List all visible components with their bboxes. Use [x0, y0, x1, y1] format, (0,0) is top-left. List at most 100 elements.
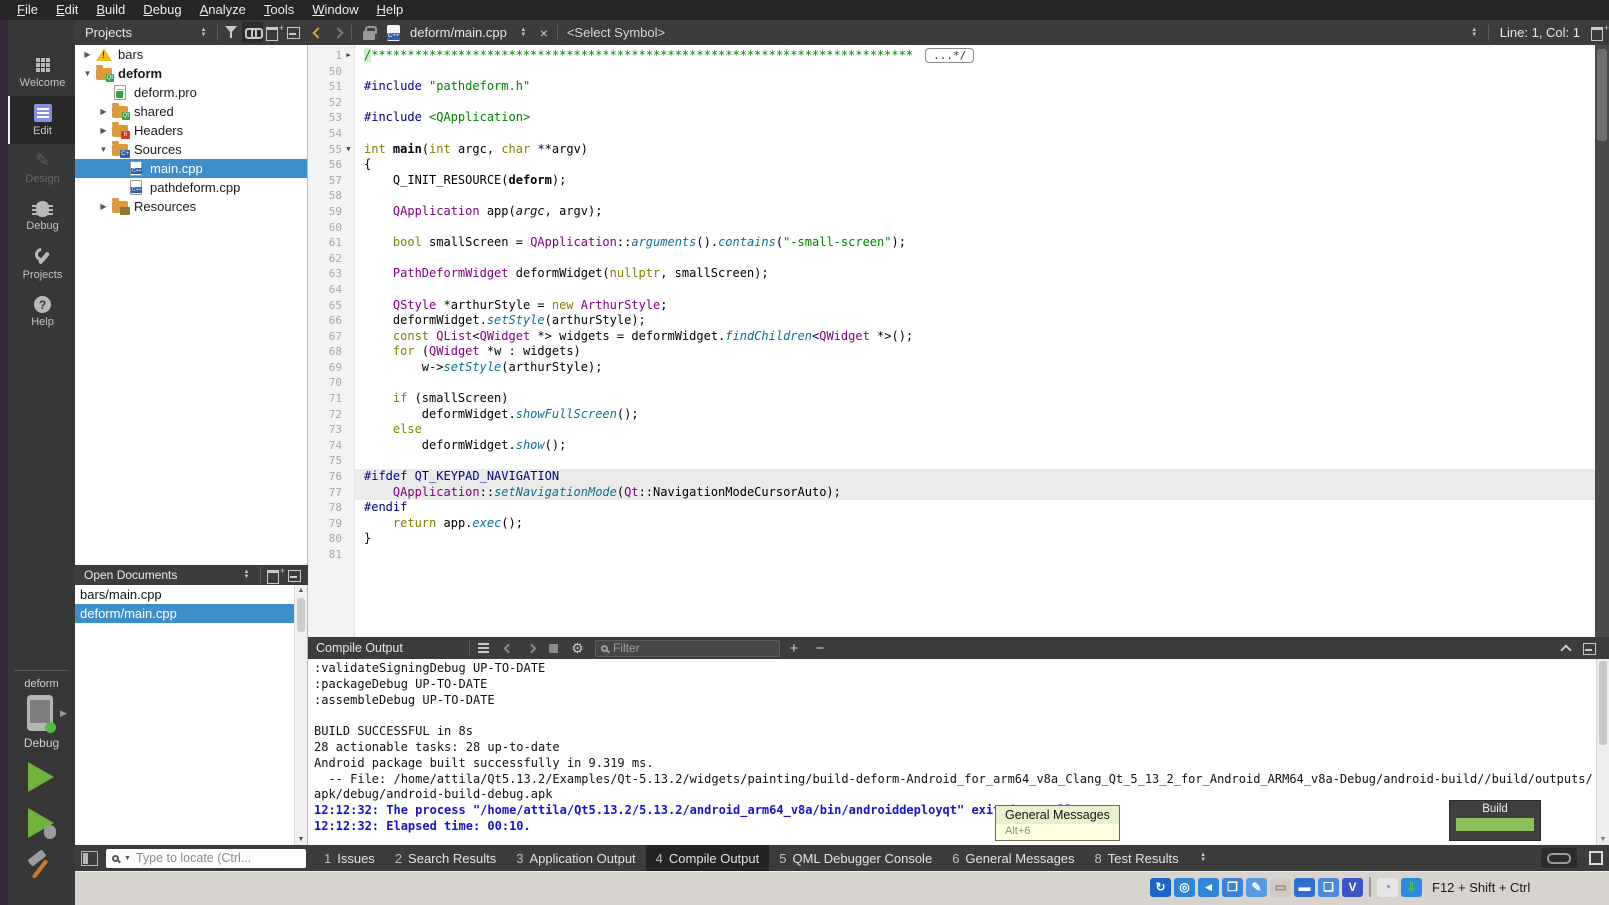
tree-item-pathdeform.cpp[interactable]: pathdeform.cpp — [75, 178, 307, 197]
symbol-updown-icon[interactable] — [1464, 22, 1485, 43]
panel-select-updown-icon[interactable] — [193, 22, 214, 43]
code-line-80[interactable]: 80} — [308, 531, 1595, 547]
code-line-64[interactable]: 64 — [308, 282, 1595, 298]
next-item-icon[interactable] — [527, 643, 537, 653]
code-line-63[interactable]: 63 PathDeformWidget deformWidget(nullptr… — [308, 266, 1595, 282]
close-pane-icon[interactable] — [1580, 638, 1601, 659]
output-settings-icon[interactable] — [567, 638, 588, 659]
tree-item-shared[interactable]: ▶shared — [75, 102, 307, 121]
code-line-75[interactable]: 75 — [308, 453, 1595, 469]
toggle-right-panel-icon[interactable] — [1589, 851, 1603, 865]
scroll-thumb[interactable] — [1599, 661, 1607, 745]
code-line-65[interactable]: 65 QStyle *arthurStyle = new ArthurStyle… — [308, 298, 1595, 314]
code-line-69[interactable]: 69 w->setStyle(arthurStyle); — [308, 360, 1595, 376]
split-panel-icon[interactable] — [263, 22, 284, 43]
scroll-thumb[interactable] — [1597, 49, 1607, 141]
speaker-icon[interactable]: ◄ — [1198, 878, 1219, 897]
code-line-60[interactable]: 60 — [308, 220, 1595, 236]
open-document-selector[interactable]: deform/main.cpp — [410, 25, 507, 40]
output-tab-general-messages[interactable]: 6General Messages — [942, 845, 1084, 871]
code-line-66[interactable]: 66 deformWidget.setStyle(arthurStyle); — [308, 313, 1595, 329]
go-back-icon[interactable] — [312, 27, 323, 38]
folded-comment-box[interactable]: ...*/ — [925, 48, 974, 63]
code-line-59[interactable]: 59 QApplication app(argc, argv); — [308, 204, 1595, 220]
download-icon[interactable]: ⇩ — [1401, 878, 1422, 897]
code-line-53[interactable]: 53#include <QApplication> — [308, 110, 1595, 126]
menu-build[interactable]: Build — [87, 0, 134, 20]
fold-marker-icon[interactable]: ▶ — [342, 48, 355, 64]
open-documents-title[interactable]: Open Documents — [84, 568, 236, 582]
word-wrap-icon[interactable] — [475, 638, 496, 659]
mode-item-projects[interactable]: Projects — [8, 240, 75, 288]
code-line-57[interactable]: 57 Q_INIT_RESOURCE(deform); — [308, 173, 1595, 189]
open-documents-close-icon[interactable] — [285, 565, 306, 586]
code-line-68[interactable]: 68 for (QWidget *w : widgets) — [308, 344, 1595, 360]
menu-tools[interactable]: Tools — [255, 0, 303, 20]
menu-debug[interactable]: Debug — [134, 0, 190, 20]
tree-item-deform[interactable]: ▼deform — [75, 64, 307, 83]
run-button[interactable] — [28, 762, 54, 792]
expander-icon[interactable]: ▼ — [97, 145, 110, 154]
menu-analyze[interactable]: Analyze — [191, 0, 255, 20]
maximize-pane-icon[interactable] — [1560, 644, 1571, 655]
expander-icon[interactable]: ▶ — [97, 202, 110, 211]
mode-item-welcome[interactable]: Welcome — [8, 48, 75, 96]
expander-icon[interactable]: ▶ — [81, 50, 94, 59]
fold-marker-icon[interactable]: ▼ — [342, 142, 355, 158]
document-dropdown-icon[interactable] — [513, 22, 534, 43]
output-scrollbar[interactable]: ▼ — [1596, 659, 1609, 845]
scroll-up-icon[interactable]: ▲ — [295, 587, 307, 594]
code-line-72[interactable]: 72 deformWidget.showFullScreen(); — [308, 407, 1595, 423]
open-document-item[interactable]: deform/main.cpp — [75, 604, 307, 623]
zoom-in-button[interactable]: + — [782, 640, 806, 657]
code-line-78[interactable]: 78#endif — [308, 500, 1595, 516]
code-line-77[interactable]: 77 QApplication::setNavigationMode(Qt::N… — [308, 485, 1595, 501]
tree-item-main.cpp[interactable]: main.cpp — [75, 159, 307, 178]
sync-with-editor-icon[interactable] — [242, 22, 263, 43]
code-line-56[interactable]: 56{ — [308, 157, 1595, 173]
kit-popup-arrow-icon[interactable]: ▶ — [60, 708, 67, 719]
expander-icon[interactable]: ▶ — [97, 107, 110, 116]
scroll-down-icon[interactable]: ▼ — [1597, 836, 1609, 843]
virtualbox-icon[interactable]: V — [1342, 878, 1363, 897]
close-document-icon[interactable]: × — [534, 25, 554, 41]
locator-dropdown-icon[interactable]: ▼ — [124, 855, 131, 862]
tree-item-Sources[interactable]: ▼Sources — [75, 140, 307, 159]
pane-updown-icon[interactable] — [1193, 848, 1214, 869]
go-forward-icon[interactable] — [332, 27, 343, 38]
output-tab-search-results[interactable]: 2Search Results — [385, 845, 506, 871]
start-debugging-button[interactable] — [28, 808, 54, 838]
usb-pen-icon[interactable]: ✎ — [1246, 878, 1267, 897]
code-line-52[interactable]: 52 — [308, 95, 1595, 111]
tree-item-Headers[interactable]: ▶Headers — [75, 121, 307, 140]
filter-tree-icon[interactable] — [221, 22, 242, 43]
kit-selector-android-icon[interactable] — [27, 695, 53, 731]
folder-icon[interactable]: ▭ — [1270, 878, 1291, 897]
compile-output-text[interactable]: :validateSigningDebug UP-TO-DATE:package… — [308, 659, 1596, 845]
code-line-58[interactable]: 58 — [308, 188, 1595, 204]
output-tab-application-output[interactable]: 3Application Output — [506, 845, 645, 871]
code-editor[interactable]: 1▶/*************************************… — [308, 45, 1609, 637]
chart-icon[interactable]: ◔ — [1377, 878, 1398, 897]
mode-item-debug[interactable]: Debug — [8, 192, 75, 240]
scroll-down-icon[interactable]: ▼ — [295, 836, 307, 843]
panel-title[interactable]: Projects — [85, 25, 193, 40]
code-line-1[interactable]: 1▶/*************************************… — [308, 48, 1595, 64]
open-document-item[interactable]: bars/main.cpp — [75, 585, 307, 604]
code-line-81[interactable]: 81 — [308, 547, 1595, 563]
editor-scrollbar[interactable] — [1595, 45, 1609, 637]
code-line-61[interactable]: 61 bool smallScreen = QApplication::argu… — [308, 235, 1595, 251]
toggle-left-sidebar-icon[interactable] — [81, 851, 98, 866]
disc-icon[interactable]: ◎ — [1174, 878, 1195, 897]
tree-item-deform.pro[interactable]: deform.pro — [75, 83, 307, 102]
code-line-67[interactable]: 67 const QList<QWidget *> widgets = defo… — [308, 329, 1595, 345]
output-tab-test-results[interactable]: 8Test Results — [1085, 845, 1189, 871]
scroll-thumb[interactable] — [297, 598, 305, 632]
monitor-icon[interactable]: ▬ — [1294, 878, 1315, 897]
close-panel-icon[interactable] — [284, 22, 305, 43]
code-line-73[interactable]: 73 else — [308, 422, 1595, 438]
previous-item-icon[interactable] — [504, 643, 514, 653]
code-line-55[interactable]: 55▼int main(int argc, char **argv) — [308, 142, 1595, 158]
split-editor-icon[interactable] — [1588, 22, 1609, 43]
locator-input[interactable]: ▼ Type to locate (Ctrl... — [106, 849, 306, 868]
